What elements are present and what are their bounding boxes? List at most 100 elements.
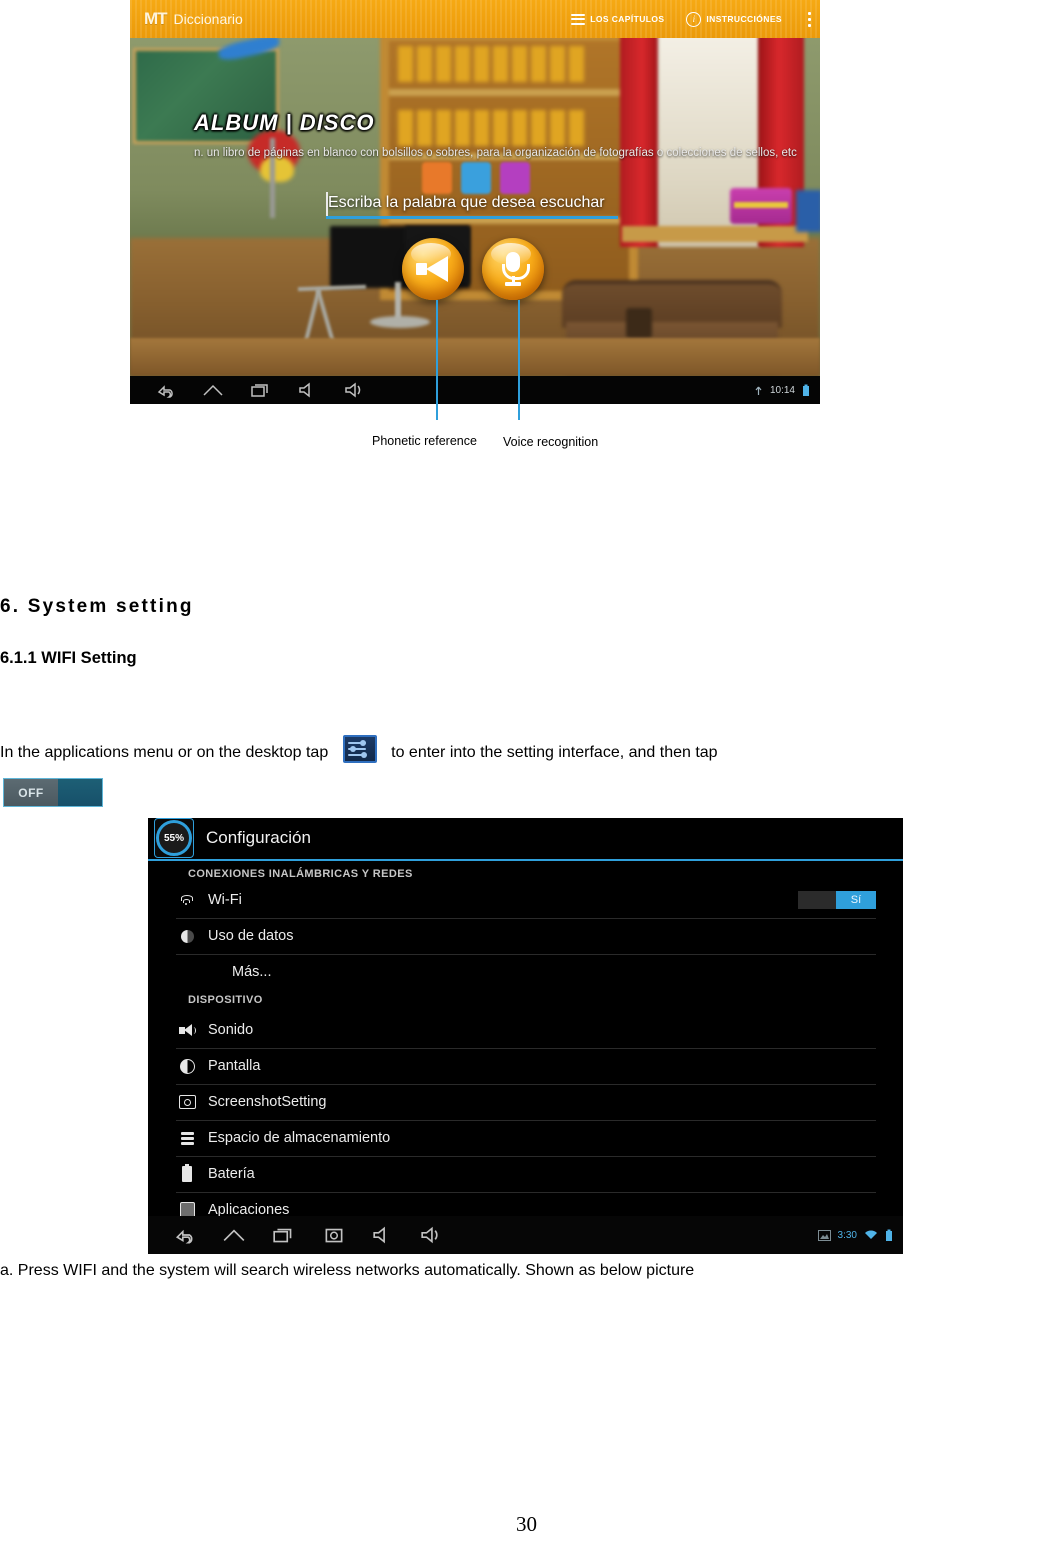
volume-down-icon[interactable] xyxy=(372,1226,394,1244)
settings-header: 55% Configuración xyxy=(148,818,903,858)
android-navigation-bar: 10:14 xyxy=(130,376,820,404)
screenshot-notification-icon xyxy=(817,1229,831,1241)
back-icon[interactable] xyxy=(156,382,176,398)
page-number: 30 xyxy=(516,1512,537,1536)
section-header-device: DISPOSITIVO xyxy=(188,994,263,1006)
chapters-label: LOS CAPÍTULOS xyxy=(590,14,665,24)
recents-icon[interactable] xyxy=(272,1226,296,1244)
word-title: ALBUM | DISCO xyxy=(194,110,375,135)
app-logo: MT xyxy=(144,9,168,28)
hamburger-icon xyxy=(571,13,586,25)
wifi-toggle[interactable]: Sí xyxy=(798,891,876,909)
dictionary-app-screenshot: MT Diccionario LOS CAPÍTULOS i INSTRUCCI… xyxy=(130,0,820,404)
settings-title: Configuración xyxy=(206,828,311,847)
scene-curtain-left xyxy=(620,38,660,247)
header-divider xyxy=(148,859,903,861)
paragraph-part-one: In the applications menu or on the deskt… xyxy=(0,744,329,761)
battery-percent-badge[interactable]: 55% xyxy=(154,818,194,858)
home-icon[interactable] xyxy=(222,1226,246,1244)
toolbar-actions: LOS CAPÍTULOS i INSTRUCCIÓNES xyxy=(549,11,820,27)
callout-label-voice: Voice recognition xyxy=(503,435,599,449)
phonetic-speaker-button[interactable] xyxy=(402,238,464,300)
wifi-icon xyxy=(176,894,198,906)
settings-row-label: Uso de datos xyxy=(208,928,294,944)
recents-icon[interactable] xyxy=(250,382,272,398)
settings-row-battery[interactable]: Batería xyxy=(176,1156,876,1193)
settings-row-screenshot[interactable]: ScreenshotSetting xyxy=(176,1084,876,1121)
chapters-button[interactable]: LOS CAPÍTULOS xyxy=(571,13,665,25)
settings-sliders-icon xyxy=(342,735,377,763)
off-toggle-image[interactable]: OFF xyxy=(3,778,103,807)
settings-row-data-usage[interactable]: Uso de datos xyxy=(176,918,876,955)
callout-line-right xyxy=(518,300,520,420)
instructions-button[interactable]: i INSTRUCCIÓNES xyxy=(686,11,782,27)
volume-up-icon[interactable] xyxy=(344,382,368,398)
callout-line-left xyxy=(436,300,438,420)
word-definition: n. un libro de páginas en blanco con bol… xyxy=(194,147,797,159)
settings-row-sound[interactable]: Sonido xyxy=(176,1012,876,1049)
battery-status-icon xyxy=(886,1229,892,1241)
volume-down-icon[interactable] xyxy=(298,382,318,398)
settings-row-storage[interactable]: Espacio de almacenamiento xyxy=(176,1120,876,1157)
settings-row-label: Batería xyxy=(208,1166,255,1182)
instruction-paragraph: In the applications menu or on the deskt… xyxy=(0,735,1053,768)
scene-colored-boxes xyxy=(422,162,530,194)
battery-icon xyxy=(176,1164,198,1182)
status-area: 10:14 xyxy=(754,384,820,397)
screenshot-icon[interactable] xyxy=(322,1226,346,1244)
callout-label-phonetic: Phonetic reference xyxy=(372,434,477,448)
clock-label: 3:30 xyxy=(837,1229,857,1241)
battery-percent-label: 55% xyxy=(163,832,184,844)
settings-row-label: ScreenshotSetting xyxy=(208,1094,327,1110)
home-icon[interactable] xyxy=(202,382,224,398)
back-icon[interactable] xyxy=(174,1226,196,1244)
clock-label: 10:14 xyxy=(769,384,795,396)
storage-icon xyxy=(176,1131,198,1145)
settings-row-display[interactable]: Pantalla xyxy=(176,1048,876,1085)
instructions-label: INSTRUCCIÓNES xyxy=(706,14,782,24)
camera-icon xyxy=(176,1095,198,1109)
settings-row-more[interactable]: Más... xyxy=(176,954,876,990)
subsection-heading: 6.1.1 WIFI Setting xyxy=(0,649,137,667)
voice-recognition-button[interactable] xyxy=(482,238,544,300)
android-navigation-bar-settings: 3:30 xyxy=(148,1216,903,1254)
display-icon xyxy=(176,1058,198,1074)
settings-screenshot: 55% Configuración CONEXIONES INALÁMBRICA… xyxy=(148,818,903,1254)
section-header-wireless: CONEXIONES INALÁMBRICAS Y REDES xyxy=(188,868,413,880)
status-area-settings: 3:30 xyxy=(817,1229,903,1242)
data-usage-icon xyxy=(176,929,198,943)
scene-books-mid xyxy=(398,110,584,146)
volume-up-icon[interactable] xyxy=(420,1226,446,1244)
settings-row-label: Wi-Fi xyxy=(208,892,242,908)
settings-row-label: Espacio de almacenamiento xyxy=(208,1130,391,1146)
overflow-menu-icon[interactable] xyxy=(808,11,812,27)
search-input-caret xyxy=(326,192,328,216)
figure-caption: a. Press WIFI and the system will search… xyxy=(0,1262,695,1279)
off-toggle-track-left: OFF xyxy=(4,779,58,806)
usb-icon xyxy=(755,386,762,395)
speaker-icon xyxy=(416,256,450,282)
scene-gift-ribbon xyxy=(734,202,788,208)
search-input-underline[interactable] xyxy=(326,216,618,219)
info-icon: i xyxy=(686,11,702,27)
settings-row-label: Pantalla xyxy=(208,1058,261,1074)
settings-row-label: Más... xyxy=(232,964,272,980)
off-toggle-label: OFF xyxy=(18,785,44,800)
app-title: Diccionario xyxy=(173,11,243,27)
settings-row-wifi[interactable]: Wi-Fi Sí xyxy=(176,882,876,919)
section-heading: 6. System setting xyxy=(0,596,194,617)
scene-blue-object xyxy=(796,190,820,232)
search-prompt-text: Escriba la palabra que desea escuchar xyxy=(328,194,605,211)
scene-monitor-base xyxy=(370,316,430,328)
wifi-status-icon xyxy=(865,1230,877,1239)
scene-books-top xyxy=(398,46,584,82)
wifi-toggle-label: Sí xyxy=(836,891,876,909)
scene-window-sill xyxy=(622,226,808,242)
paragraph-part-two: to enter into the setting interface, and… xyxy=(391,744,718,761)
document-page: MT Diccionario LOS CAPÍTULOS i INSTRUCCI… xyxy=(0,0,1053,1552)
scene-table xyxy=(130,338,820,376)
off-toggle-track-right xyxy=(58,779,102,806)
battery-icon xyxy=(803,384,809,396)
microphone-icon xyxy=(502,252,530,286)
settings-row-label: Sonido xyxy=(208,1022,254,1038)
